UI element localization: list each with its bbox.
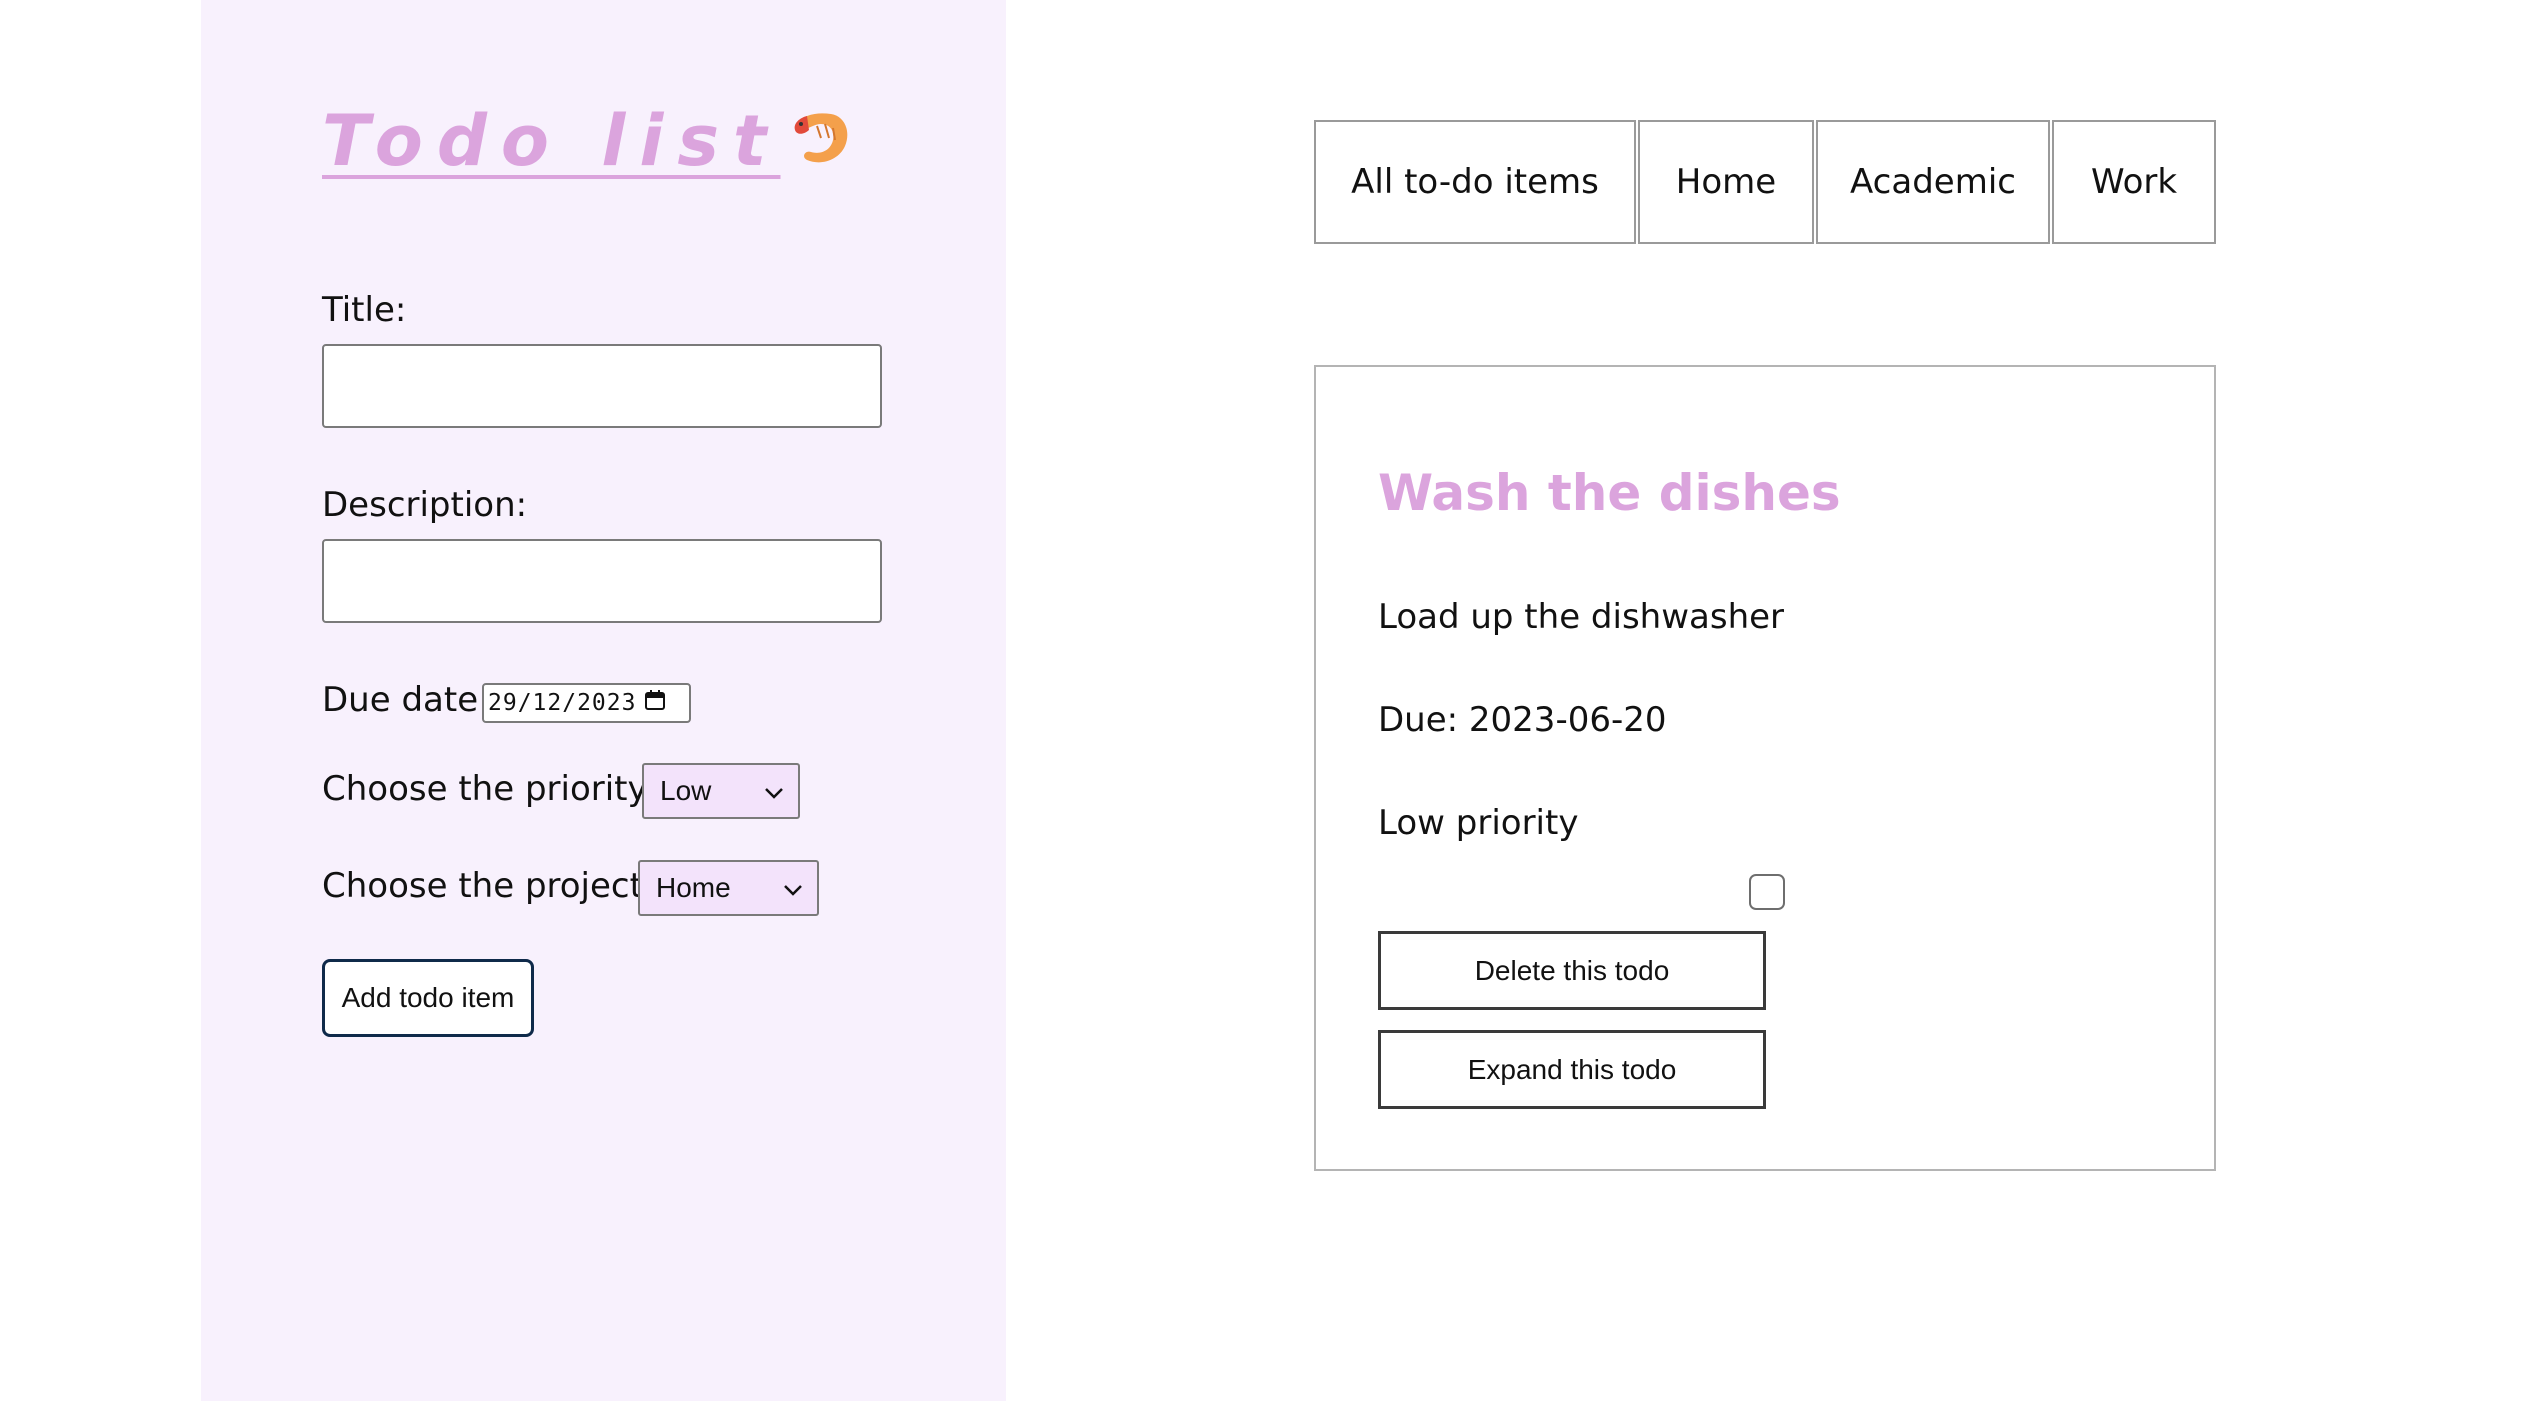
tab-work[interactable]: Work	[2052, 120, 2216, 244]
todo-priority: Low priority	[1378, 803, 1579, 843]
todo-title: Wash the dishes	[1378, 464, 1841, 522]
project-tabs: All to-do items Home Academic Work	[1314, 120, 2218, 244]
todo-complete-checkbox[interactable]	[1749, 874, 1785, 910]
shrimp-icon	[787, 105, 853, 187]
due-date-input[interactable]: 29/12/2023	[482, 683, 691, 723]
priority-select[interactable]: Low	[642, 763, 800, 819]
app-title-text: Todo list	[322, 100, 781, 182]
priority-label: Choose the priority:	[322, 769, 657, 809]
title-label: Title:	[322, 290, 407, 330]
delete-todo-button[interactable]: Delete this todo	[1378, 931, 1766, 1010]
due-date-label: Due date:	[322, 680, 490, 720]
expand-todo-button[interactable]: Expand this todo	[1378, 1030, 1766, 1109]
chevron-down-icon	[783, 872, 803, 904]
description-input[interactable]	[322, 539, 882, 623]
due-date-value: 29/12/2023	[488, 690, 637, 716]
todo-description: Load up the dishwasher	[1378, 597, 1785, 637]
project-select[interactable]: Home	[638, 860, 819, 916]
priority-selected-value: Low	[660, 775, 712, 806]
project-label: Choose the project:	[322, 866, 655, 906]
calendar-icon[interactable]	[644, 689, 666, 717]
tab-all-todos[interactable]: All to-do items	[1314, 120, 1636, 244]
add-todo-button[interactable]: Add todo item	[322, 959, 534, 1037]
todo-card: Wash the dishes Load up the dishwasher D…	[1314, 365, 2216, 1171]
project-selected-value: Home	[656, 872, 731, 903]
chevron-down-icon	[764, 775, 784, 807]
tab-home[interactable]: Home	[1638, 120, 1814, 244]
app-page: Todo list Title: Description: Due date: …	[0, 0, 2527, 1401]
description-label: Description:	[322, 485, 528, 525]
app-title: Todo list	[322, 100, 853, 187]
title-input[interactable]	[322, 344, 882, 428]
tab-academic[interactable]: Academic	[1816, 120, 2050, 244]
todo-due-date: Due: 2023-06-20	[1378, 700, 1667, 740]
